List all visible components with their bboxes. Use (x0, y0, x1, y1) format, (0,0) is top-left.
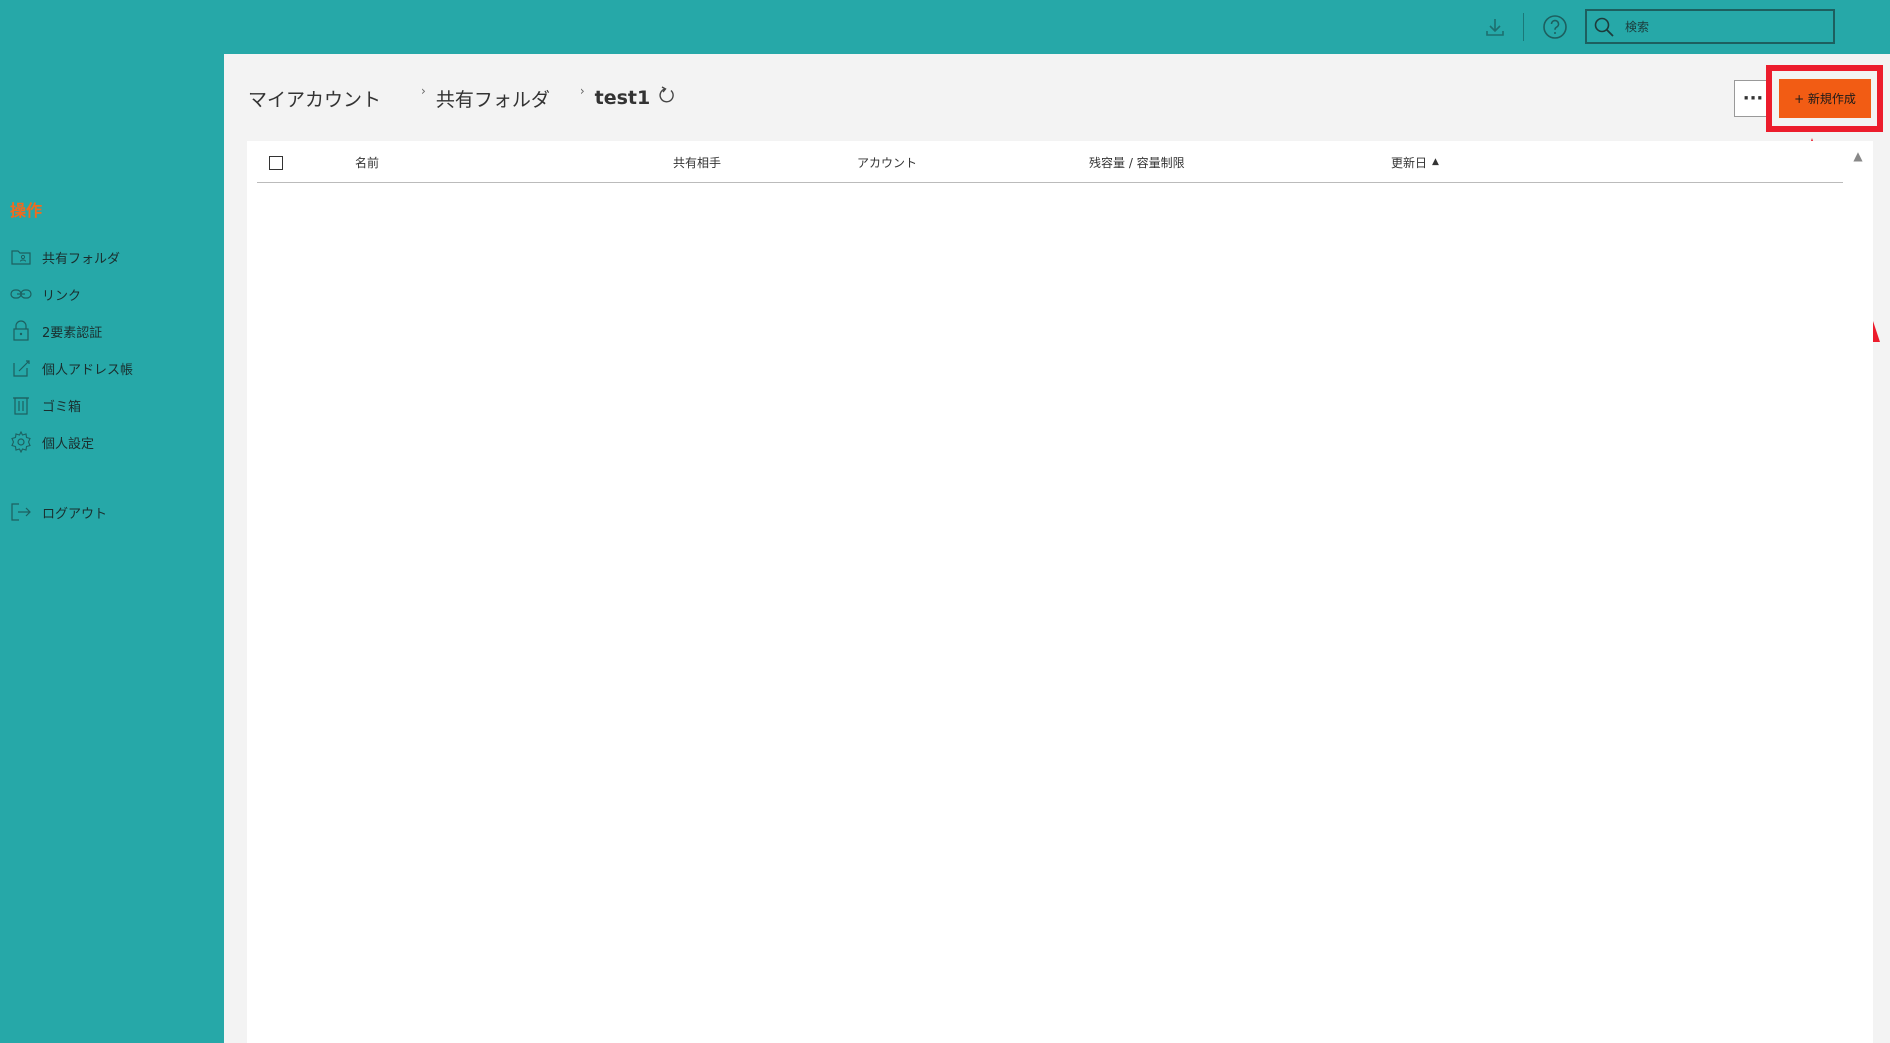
breadcrumb-current: test1 (594, 87, 651, 109)
sidebar-item-link[interactable]: リンク (10, 281, 210, 307)
breadcrumb-parent[interactable]: 共有フォルダ (436, 85, 550, 112)
scrollbar-up-arrow-icon[interactable]: ▲ (1850, 149, 1866, 163)
help-icon[interactable] (1540, 12, 1570, 42)
sidebar-item-address-book[interactable]: 個人アドレス帳 (10, 355, 210, 381)
select-all-checkbox[interactable] (269, 156, 283, 170)
sidebar-item-label: 共有フォルダ (42, 251, 121, 267)
new-create-button[interactable]: + 新規作成 (1779, 79, 1871, 118)
sidebar-item-label: 2要素認証 (42, 325, 103, 341)
sidebar-heading: 操作 (10, 201, 43, 220)
search-box[interactable] (1585, 9, 1835, 44)
sidebar-item-label: ログアウト (42, 506, 108, 522)
main-content: マイアカウント › 共有フォルダ › test1 ··· + 新規作成 名前 共… (224, 54, 1890, 1043)
sidebar-item-settings[interactable]: 個人設定 (10, 429, 210, 455)
table-header: 名前 共有相手 アカウント 残容量 / 容量制限 更新日 ▲ (257, 141, 1843, 183)
column-header-updated[interactable]: 更新日 ▲ (1391, 141, 1439, 183)
sidebar-item-label: リンク (42, 288, 82, 304)
top-bar (0, 0, 1890, 54)
breadcrumb-separator-icon: › (579, 84, 585, 98)
sidebar-item-trash[interactable]: ゴミ箱 (10, 392, 210, 418)
sidebar-item-label: 個人設定 (42, 436, 95, 452)
logout-icon (10, 501, 32, 523)
sidebar-item-shared-folder[interactable]: 共有フォルダ (10, 244, 210, 270)
refresh-icon[interactable] (658, 86, 676, 104)
sidebar-item-label: 個人アドレス帳 (42, 362, 134, 378)
sidebar: 操作 共有フォルダ リンク 2要素認証 個人アドレス帳 ゴミ箱 個人設定 ログア… (0, 54, 224, 1043)
shared-folder-icon (10, 246, 32, 268)
breadcrumb: マイアカウント › 共有フォルダ › test1 (248, 78, 676, 118)
column-header-name[interactable]: 名前 (355, 141, 379, 183)
shared-folder-table: 名前 共有相手 アカウント 残容量 / 容量制限 更新日 ▲ (247, 141, 1873, 1043)
breadcrumb-root[interactable]: マイアカウント (248, 85, 381, 112)
sidebar-item-two-factor[interactable]: 2要素認証 (10, 318, 210, 344)
sidebar-item-label: ゴミ箱 (42, 399, 82, 415)
link-icon (10, 283, 32, 305)
lock-icon (10, 320, 32, 342)
column-header-account[interactable]: アカウント (857, 141, 917, 183)
gear-icon (10, 431, 32, 453)
breadcrumb-separator-icon: › (421, 84, 426, 98)
edit-icon (10, 357, 32, 379)
search-icon (1594, 17, 1614, 37)
download-icon[interactable] (1480, 12, 1510, 42)
top-divider (1523, 13, 1524, 41)
column-header-shared-with[interactable]: 共有相手 (673, 141, 721, 183)
trash-icon (10, 394, 32, 416)
more-options-button[interactable]: ··· (1734, 80, 1772, 117)
sort-ascending-icon: ▲ (1432, 157, 1439, 167)
column-header-capacity[interactable]: 残容量 / 容量制限 (1089, 141, 1185, 183)
sidebar-item-logout[interactable]: ログアウト (10, 499, 210, 525)
search-input[interactable] (1625, 19, 1815, 34)
